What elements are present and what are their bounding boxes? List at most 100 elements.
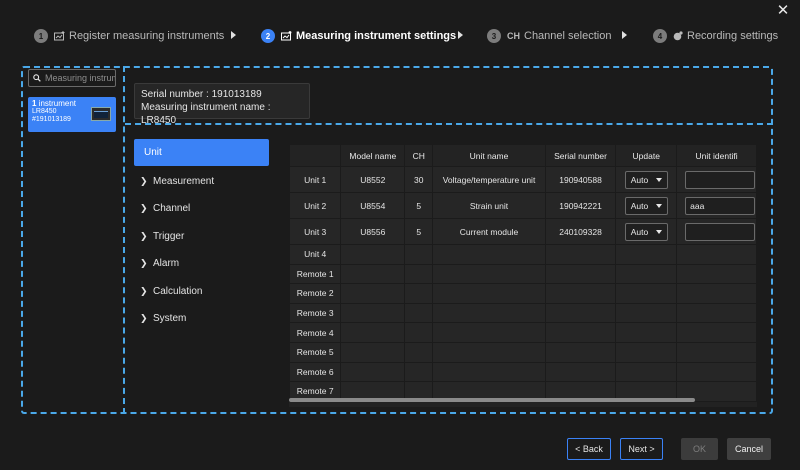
step-number: 2 <box>261 29 275 43</box>
step-recording-settings[interactable]: 4 Recording settings <box>653 27 778 45</box>
model-name-cell: U8556 <box>340 218 406 245</box>
cancel-button[interactable]: Cancel <box>727 438 771 460</box>
chevron-right-icon: ❯ <box>140 202 148 213</box>
step-label: Recording settings <box>687 30 779 42</box>
column-header <box>289 144 342 167</box>
row-name: Remote 2 <box>289 283 342 304</box>
instrument-search <box>28 69 116 87</box>
table-row: Remote 5 <box>289 341 757 363</box>
instrument-register-icon <box>54 31 65 41</box>
table-row: Unit 3 U8556 5 Current module 240109328 … <box>289 218 757 245</box>
unit-name-cell: Strain unit <box>432 192 546 219</box>
table-row: Remote 3 <box>289 302 757 324</box>
table-row: Remote 2 <box>289 283 757 304</box>
horizontal-scrollbar[interactable] <box>289 398 695 402</box>
instrument-thumbnail-icon <box>91 107 111 121</box>
row-name: Unit 1 <box>289 166 342 193</box>
nav-item-system[interactable]: ❯ System <box>140 311 186 325</box>
unit-name-cell: Current module <box>432 218 546 245</box>
nav-item-calculation[interactable]: ❯ Calculation <box>140 284 202 298</box>
column-header-serial-number: Serial number <box>544 144 617 167</box>
serial-number-cell: 240109328 <box>544 218 617 245</box>
instrument-list-item[interactable]: 1 instrument LR8450 #191013189 <box>28 97 116 132</box>
step-arrow-icon <box>231 31 236 39</box>
serial-number-cell: 190942221 <box>544 192 617 219</box>
update-select[interactable]: Auto <box>624 196 668 215</box>
instrument-settings-icon <box>281 31 292 41</box>
chevron-right-icon: ❯ <box>140 312 148 323</box>
row-name: Remote 3 <box>289 302 342 324</box>
table-row: Remote 6 <box>289 361 757 383</box>
nav-item-unit[interactable]: Unit <box>134 139 269 166</box>
column-header-ch: CH <box>404 144 434 167</box>
row-name: Unit 2 <box>289 192 342 219</box>
unit-identifier-input[interactable] <box>685 170 756 189</box>
nav-item-alarm[interactable]: ❯ Alarm <box>140 256 179 270</box>
ch-cell: 5 <box>404 192 434 219</box>
search-input[interactable] <box>45 73 115 83</box>
recording-icon <box>673 31 683 41</box>
step-channel-selection[interactable]: 3 CH Channel selection <box>487 27 611 45</box>
unit-identifier-input[interactable] <box>685 222 756 241</box>
identifier-cell <box>676 166 757 193</box>
row-name: Remote 6 <box>289 361 342 383</box>
chevron-right-icon: ❯ <box>140 257 148 268</box>
search-icon <box>33 74 41 82</box>
nav-item-channel[interactable]: ❯ Channel <box>140 201 190 215</box>
column-header-unit-name: Unit name <box>432 144 546 167</box>
step-number: 1 <box>34 29 48 43</box>
channel-icon: CH <box>507 31 520 41</box>
caret-down-icon <box>655 229 662 234</box>
chevron-right-icon: ❯ <box>140 285 148 296</box>
ch-cell: 30 <box>404 166 434 193</box>
unit-name-cell: Voltage/temperature unit <box>432 166 546 193</box>
model-name-cell: U8552 <box>340 166 406 193</box>
step-register-instruments[interactable]: 1 Register measuring instruments <box>34 27 224 45</box>
update-cell: Auto <box>615 218 678 245</box>
row-name: Unit 4 <box>289 244 342 265</box>
chevron-right-icon: ❯ <box>140 175 148 186</box>
next-button[interactable]: Next > <box>620 438 663 460</box>
update-cell: Auto <box>615 166 678 193</box>
column-header-model-name: Model name <box>340 144 406 167</box>
caret-down-icon <box>655 203 662 208</box>
row-name: Unit 3 <box>289 218 342 245</box>
unit-identifier-input[interactable] <box>685 196 756 215</box>
model-name-cell: U8554 <box>340 192 406 219</box>
table-row: Unit 4 <box>289 244 757 265</box>
step-number: 4 <box>653 29 667 43</box>
row-name: Remote 4 <box>289 322 342 343</box>
step-label: Register measuring instruments <box>69 30 225 42</box>
table-row: Remote 1 <box>289 263 757 285</box>
identifier-cell <box>676 218 757 245</box>
units-table-container: Model name CH Unit name Serial number Up… <box>289 144 757 407</box>
update-select[interactable]: Auto <box>624 170 668 189</box>
caret-down-icon <box>655 177 662 182</box>
step-label: Channel selection <box>524 30 612 42</box>
ch-cell: 5 <box>404 218 434 245</box>
back-button[interactable]: < Back <box>567 438 611 460</box>
table-row: Unit 1 U8552 30 Voltage/temperature unit… <box>289 166 757 193</box>
nav-item-measurement[interactable]: ❯ Measurement <box>140 174 214 188</box>
step-arrow-icon <box>622 31 627 39</box>
ok-button[interactable]: OK <box>681 438 718 460</box>
units-table: Model name CH Unit name Serial number Up… <box>289 144 757 402</box>
identifier-cell <box>676 192 757 219</box>
chevron-right-icon: ❯ <box>140 230 148 241</box>
instrument-info: Serial number : 191013189 Measuring inst… <box>134 83 310 126</box>
step-number: 3 <box>487 29 501 43</box>
step-arrow-icon <box>458 31 463 39</box>
serial-number-cell: 190940588 <box>544 166 617 193</box>
serial-number-line: Serial number : 191013189 <box>141 89 262 100</box>
nav-item-trigger[interactable]: ❯ Trigger <box>140 229 184 243</box>
row-name: Remote 5 <box>289 341 342 363</box>
step-label: Measuring instrument settings <box>296 30 457 42</box>
instrument-name-line: Measuring instrument name : LR8450 <box>141 102 271 126</box>
step-instrument-settings[interactable]: 2 Measuring instrument settings <box>261 27 456 45</box>
row-name: Remote 1 <box>289 263 342 285</box>
update-cell: Auto <box>615 192 678 219</box>
update-select[interactable]: Auto <box>624 222 668 241</box>
close-icon[interactable]: ✕ <box>774 2 792 20</box>
wizard-stepper: 1 Register measuring instruments 2 Measu… <box>0 27 800 45</box>
column-header-update: Update <box>615 144 678 167</box>
